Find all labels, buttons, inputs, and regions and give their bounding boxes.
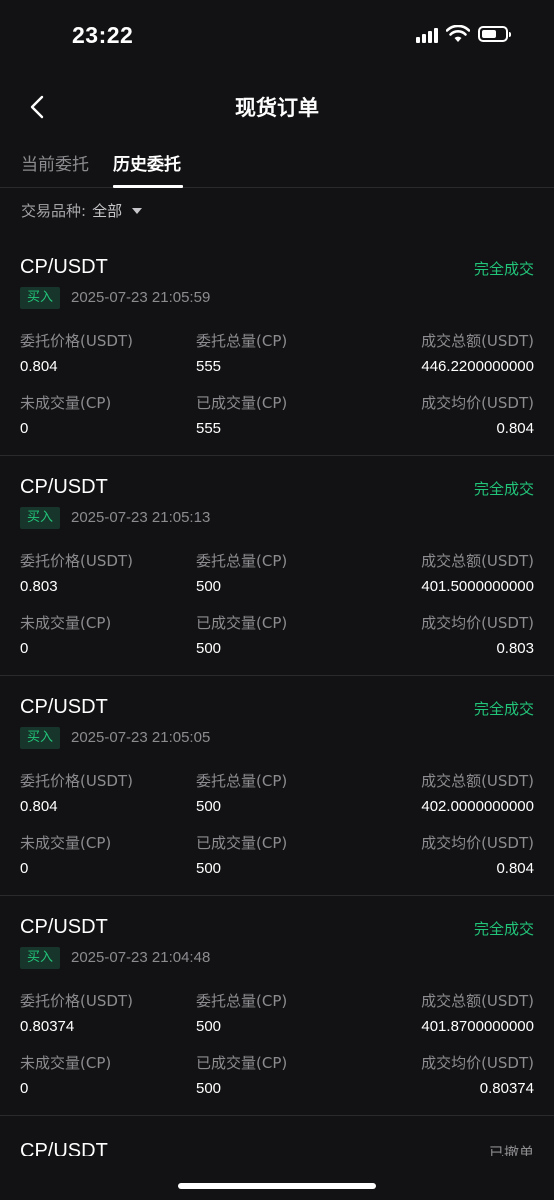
order-total-label: 委托总量(CP)	[196, 332, 288, 350]
order-total-value: 555	[196, 358, 222, 375]
unfilled-qty-value: 0	[20, 1080, 29, 1097]
filled-amount-value: 402.0000000000	[421, 798, 534, 815]
filled-qty-value: 500	[196, 860, 222, 877]
order-time: 2025-07-23 21:04:48	[71, 949, 211, 966]
filled-amount-label: 成交总额(USDT)	[421, 552, 534, 570]
order-pair: CP/USDT	[20, 696, 108, 718]
unfilled-qty-label: 未成交量(CP)	[20, 1054, 112, 1072]
tab-order-history[interactable]: 历史委托	[113, 150, 181, 175]
order-side-badge: 买入	[20, 507, 60, 529]
order-time: 2025-07-23 21:05:59	[71, 289, 211, 306]
order-list: CP/USDT 完全成交 买入 2025-07-23 21:05:59 委托价格…	[0, 236, 554, 1116]
filled-qty-label: 已成交量(CP)	[196, 394, 288, 412]
filled-amount-label: 成交总额(USDT)	[421, 332, 534, 350]
avg-price-value: 0.804	[496, 860, 534, 877]
filled-qty-value: 500	[196, 1080, 222, 1097]
avg-price-value: 0.803	[496, 640, 534, 657]
order-price-value: 0.804	[20, 358, 58, 375]
order-price-value: 0.804	[20, 798, 58, 815]
order-card[interactable]: CP/USDT 完全成交 买入 2025-07-23 21:05:59 委托价格…	[0, 236, 554, 456]
wifi-icon	[446, 25, 470, 42]
status-icons	[416, 25, 511, 43]
order-total-label: 委托总量(CP)	[196, 992, 288, 1010]
unfilled-qty-value: 0	[20, 420, 29, 437]
avg-price-value: 0.804	[496, 420, 534, 437]
order-total-value: 500	[196, 1018, 222, 1035]
order-status: 完全成交	[473, 260, 534, 278]
filter-label: 交易品种:	[21, 202, 87, 220]
filter-value: 全部	[92, 202, 123, 220]
order-status: 已撤单	[488, 1144, 534, 1156]
home-indicator[interactable]	[178, 1183, 376, 1189]
unfilled-qty-value: 0	[20, 860, 29, 877]
tab-bar: 当前委托 历史委托	[0, 136, 554, 188]
order-price-label: 委托价格(USDT)	[20, 772, 133, 790]
order-status: 完全成交	[473, 920, 534, 938]
battery-icon	[478, 26, 511, 42]
order-pair: CP/USDT	[20, 1140, 108, 1156]
unfilled-qty-label: 未成交量(CP)	[20, 834, 112, 852]
tab-current-orders[interactable]: 当前委托	[21, 150, 89, 175]
filled-amount-value: 401.5000000000	[421, 578, 534, 595]
order-card[interactable]: CP/USDT 完全成交 买入 2025-07-23 21:05:05 委托价格…	[0, 676, 554, 896]
order-total-label: 委托总量(CP)	[196, 772, 288, 790]
filled-qty-label: 已成交量(CP)	[196, 614, 288, 632]
status-time: 23:22	[72, 22, 134, 48]
symbol-filter-dropdown[interactable]: 交易品种: 全部	[21, 200, 143, 221]
avg-price-value: 0.80374	[479, 1080, 534, 1097]
order-time: 2025-07-23 21:05:13	[71, 509, 211, 526]
order-pair: CP/USDT	[20, 256, 108, 278]
order-total-value: 500	[196, 578, 222, 595]
cellular-signal-icon	[416, 25, 438, 43]
avg-price-label: 成交均价(USDT)	[421, 394, 534, 412]
page-title: 现货订单	[235, 96, 319, 120]
order-price-value: 0.803	[20, 578, 58, 595]
order-side-badge: 买入	[20, 727, 60, 749]
status-bar: 23:22	[0, 0, 554, 76]
order-status: 完全成交	[473, 700, 534, 718]
order-total-value: 500	[196, 798, 222, 815]
order-status: 完全成交	[473, 480, 534, 498]
unfilled-qty-value: 0	[20, 640, 29, 657]
order-card[interactable]: CP/USDT 完全成交 买入 2025-07-23 21:05:13 委托价格…	[0, 456, 554, 676]
avg-price-label: 成交均价(USDT)	[421, 1054, 534, 1072]
active-tab-indicator	[113, 185, 183, 188]
bottom-safe-area	[0, 1156, 554, 1200]
order-card-partial[interactable]: CP/USDT 已撤单	[0, 1120, 554, 1156]
unfilled-qty-label: 未成交量(CP)	[20, 394, 112, 412]
filled-qty-label: 已成交量(CP)	[196, 834, 288, 852]
filled-amount-label: 成交总额(USDT)	[421, 772, 534, 790]
avg-price-label: 成交均价(USDT)	[421, 614, 534, 632]
filled-qty-value: 500	[196, 640, 222, 657]
caret-down-icon	[132, 207, 143, 214]
order-total-label: 委托总量(CP)	[196, 552, 288, 570]
order-side-badge: 买入	[20, 287, 60, 309]
order-pair: CP/USDT	[20, 476, 108, 498]
avg-price-label: 成交均价(USDT)	[421, 834, 534, 852]
filled-amount-label: 成交总额(USDT)	[421, 992, 534, 1010]
order-card[interactable]: CP/USDT 完全成交 买入 2025-07-23 21:04:48 委托价格…	[0, 896, 554, 1116]
nav-header: 现货订单	[0, 76, 554, 136]
filled-qty-value: 555	[196, 420, 222, 437]
filled-amount-value: 401.8700000000	[421, 1018, 534, 1035]
filled-amount-value: 446.2200000000	[421, 358, 534, 375]
order-price-label: 委托价格(USDT)	[20, 552, 133, 570]
filled-qty-label: 已成交量(CP)	[196, 1054, 288, 1072]
order-time: 2025-07-23 21:05:05	[71, 729, 211, 746]
unfilled-qty-label: 未成交量(CP)	[20, 614, 112, 632]
order-price-label: 委托价格(USDT)	[20, 992, 133, 1010]
order-side-badge: 买入	[20, 947, 60, 969]
order-price-label: 委托价格(USDT)	[20, 332, 133, 350]
order-pair: CP/USDT	[20, 916, 108, 938]
order-price-value: 0.80374	[20, 1018, 75, 1035]
